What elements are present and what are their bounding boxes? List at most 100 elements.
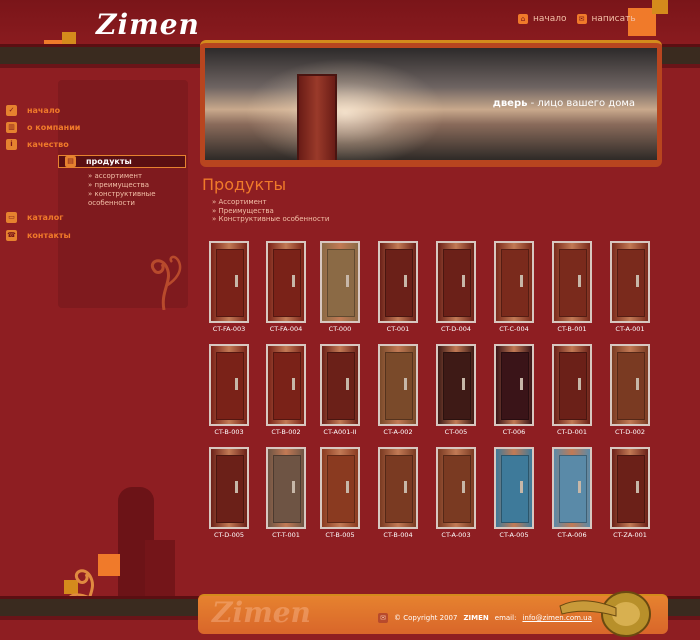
door-handle-icon bbox=[235, 481, 238, 493]
door-panel bbox=[501, 249, 529, 317]
door-handle-icon bbox=[578, 481, 581, 493]
door-code: CT-FA-004 bbox=[269, 325, 303, 333]
email-label: email: bbox=[494, 614, 517, 622]
door-thumbnail[interactable] bbox=[610, 241, 650, 323]
door-handle-icon bbox=[636, 275, 639, 287]
door-grid: CT-FA-003 CT-FA-004 CT-000 CT-001 CT-D-004 CT… bbox=[0, 0, 700, 640]
mail-icon: ✉ bbox=[378, 613, 388, 623]
door-panel bbox=[443, 352, 471, 420]
door-panel bbox=[327, 249, 355, 317]
door-thumbnail[interactable] bbox=[494, 241, 534, 323]
door-handle-icon bbox=[404, 481, 407, 493]
door-panel bbox=[443, 249, 471, 317]
door-handle-icon bbox=[346, 481, 349, 493]
door-handle-icon bbox=[462, 275, 465, 287]
door-thumbnail[interactable] bbox=[610, 447, 650, 529]
door-code: CT-B-004 bbox=[383, 531, 413, 539]
door-thumbnail[interactable] bbox=[610, 344, 650, 426]
door-panel bbox=[216, 455, 244, 523]
door-thumbnail[interactable] bbox=[378, 241, 418, 323]
door-code: CT-A-002 bbox=[383, 428, 413, 436]
door-thumbnail[interactable] bbox=[494, 447, 534, 529]
door-thumbnail[interactable] bbox=[436, 447, 476, 529]
door-panel bbox=[327, 352, 355, 420]
door-panel bbox=[273, 352, 301, 420]
door-thumbnail[interactable] bbox=[266, 447, 306, 529]
door-handle-icon bbox=[346, 275, 349, 287]
door-thumbnail[interactable] bbox=[209, 447, 249, 529]
door-handle-icon bbox=[520, 275, 523, 287]
door-handle-icon bbox=[462, 481, 465, 493]
door-panel bbox=[559, 455, 587, 523]
door-handle-icon bbox=[346, 378, 349, 390]
door-code: CT-FA-003 bbox=[212, 325, 246, 333]
door-thumbnail[interactable] bbox=[436, 344, 476, 426]
door-panel bbox=[617, 352, 645, 420]
door-handle-icon bbox=[404, 275, 407, 287]
door-panel bbox=[501, 455, 529, 523]
door-handle-icon bbox=[235, 275, 238, 287]
door-panel bbox=[327, 455, 355, 523]
door-thumbnail[interactable] bbox=[320, 241, 360, 323]
door-thumbnail[interactable] bbox=[266, 241, 306, 323]
door-thumbnail[interactable] bbox=[320, 447, 360, 529]
door-panel bbox=[385, 352, 413, 420]
door-code: CT-B-001 bbox=[557, 325, 587, 333]
door-thumbnail[interactable] bbox=[320, 344, 360, 426]
door-thumbnail[interactable] bbox=[266, 344, 306, 426]
door-panel bbox=[617, 455, 645, 523]
door-handle-icon bbox=[578, 275, 581, 287]
door-panel bbox=[385, 249, 413, 317]
door-panel bbox=[559, 249, 587, 317]
door-thumbnail[interactable] bbox=[552, 241, 592, 323]
door-code: CT-A001-II bbox=[323, 428, 357, 436]
door-handle-icon bbox=[462, 378, 465, 390]
door-code: CT-B-003 bbox=[214, 428, 244, 436]
door-thumbnail[interactable] bbox=[209, 344, 249, 426]
door-code: CT-T-001 bbox=[272, 531, 300, 539]
door-handle-icon bbox=[520, 481, 523, 493]
door-thumbnail[interactable] bbox=[552, 447, 592, 529]
door-thumbnail[interactable] bbox=[494, 344, 534, 426]
door-code: CT-D-002 bbox=[614, 428, 645, 436]
door-handle-icon bbox=[292, 481, 295, 493]
door-thumbnail[interactable] bbox=[552, 344, 592, 426]
door-handle-icon bbox=[404, 378, 407, 390]
door-code: CT-A-001 bbox=[615, 325, 645, 333]
door-code: CT-B-005 bbox=[325, 531, 355, 539]
door-panel bbox=[443, 455, 471, 523]
door-thumbnail[interactable] bbox=[436, 241, 476, 323]
door-handle-icon bbox=[235, 378, 238, 390]
door-panel bbox=[385, 455, 413, 523]
decor-tower bbox=[145, 540, 175, 600]
door-panel bbox=[617, 249, 645, 317]
copyright-brand: ZIMEN bbox=[463, 614, 489, 622]
door-handle-icon bbox=[520, 378, 523, 390]
door-code: CT-C-004 bbox=[499, 325, 529, 333]
door-panel bbox=[273, 455, 301, 523]
door-handle-image bbox=[559, 591, 651, 637]
door-code: CT-D-005 bbox=[213, 531, 244, 539]
door-code: CT-000 bbox=[328, 325, 352, 333]
door-code: CT-005 bbox=[444, 428, 468, 436]
door-code: CT-D-004 bbox=[440, 325, 471, 333]
door-panel bbox=[501, 352, 529, 420]
door-thumbnail[interactable] bbox=[378, 344, 418, 426]
door-panel bbox=[559, 352, 587, 420]
footer-logo: Zimen bbox=[212, 596, 311, 629]
door-panel bbox=[216, 352, 244, 420]
door-code: CT-A-006 bbox=[557, 531, 587, 539]
door-code: CT-006 bbox=[502, 428, 526, 436]
door-handle-icon bbox=[292, 275, 295, 287]
door-code: CT-A-005 bbox=[499, 531, 529, 539]
door-code: CT-B-002 bbox=[271, 428, 301, 436]
door-code: CT-D-001 bbox=[556, 428, 587, 436]
door-code: CT-ZA-001 bbox=[613, 531, 647, 539]
door-thumbnail[interactable] bbox=[209, 241, 249, 323]
door-code: CT-A-003 bbox=[441, 531, 471, 539]
door-code: CT-001 bbox=[386, 325, 410, 333]
door-thumbnail[interactable] bbox=[378, 447, 418, 529]
door-panel bbox=[216, 249, 244, 317]
door-handle-icon bbox=[636, 378, 639, 390]
copyright-text: © Copyright 2007 bbox=[394, 614, 458, 622]
